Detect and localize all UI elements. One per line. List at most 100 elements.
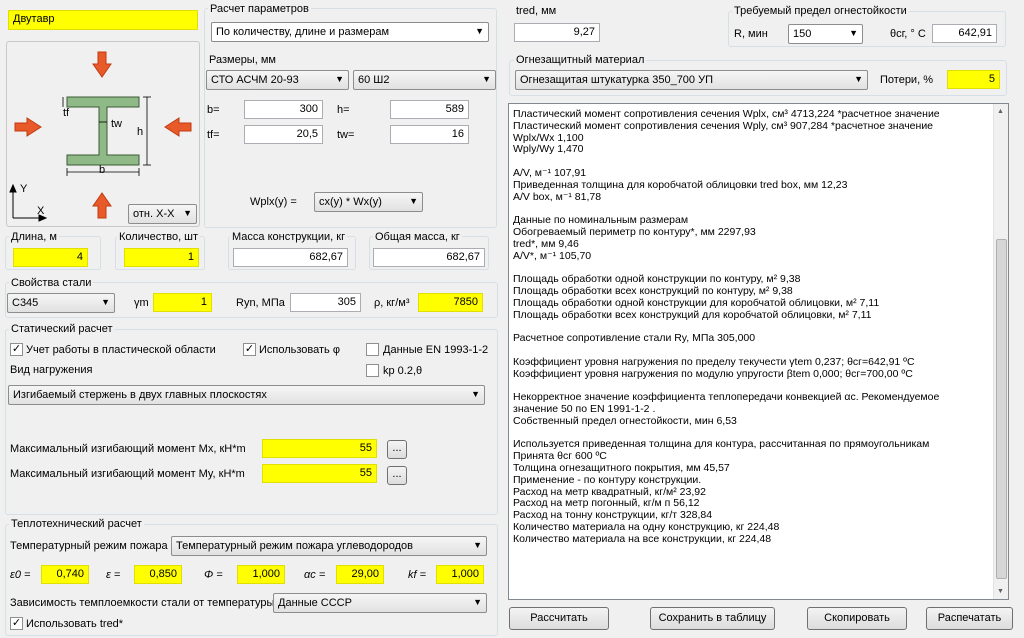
results-line: Расчетное сопротивление стали Ry, МПа 30… xyxy=(513,332,756,345)
e0-input[interactable]: 0,740 xyxy=(41,565,89,584)
results-line: Площадь обработки всех конструкций для к… xyxy=(513,308,872,321)
chevron-down-icon: ▼ xyxy=(471,389,480,399)
profile-size-select[interactable]: 60 Ш2 ▼ xyxy=(353,70,496,90)
my-options-button[interactable]: ... xyxy=(387,466,407,485)
my-input[interactable]: 55 xyxy=(262,464,377,483)
results-line: Толщина огнезащитного покрытия, мм 45,57 xyxy=(513,461,730,474)
scroll-thumb[interactable] xyxy=(996,239,1007,579)
use-phi-checkbox[interactable]: ✓ xyxy=(243,343,256,356)
results-line: Обогреваемый периметр по контуру*, мм 22… xyxy=(513,225,756,238)
chevron-down-icon: ▼ xyxy=(335,74,344,84)
dim-h-label: h xyxy=(137,126,143,138)
results-textarea[interactable]: Пластический момент сопротивления сечени… xyxy=(508,103,1009,600)
chevron-down-icon: ▼ xyxy=(475,26,484,36)
axis-x-label: X xyxy=(37,205,45,217)
chevron-down-icon: ▼ xyxy=(183,208,192,218)
results-line: Коэффициент уровня нагружения по модулю … xyxy=(513,367,913,380)
heat-capacity-label: Зависимость темплоемкости стали от темпе… xyxy=(10,597,275,609)
kf-label: kf = xyxy=(408,569,427,581)
loss-label: Потери, % xyxy=(880,74,933,86)
save-to-table-button[interactable]: Сохранить в таблицу xyxy=(650,607,775,630)
phi-label: Φ = xyxy=(204,569,223,581)
load-type-label: Вид нагружения xyxy=(10,364,93,376)
chevron-down-icon: ▼ xyxy=(473,597,482,607)
tf-input[interactable]: 20,5 xyxy=(244,125,323,144)
total-field: 682,67 xyxy=(373,248,485,267)
kf-input[interactable]: 1,000 xyxy=(436,565,484,584)
i-beam-shape xyxy=(66,96,140,166)
view-axis-select[interactable]: отн. X-X ▼ xyxy=(128,204,197,224)
e0-label: ε0 = xyxy=(10,569,31,581)
calculate-button[interactable]: Рассчитать xyxy=(509,607,609,630)
phi-input[interactable]: 1,000 xyxy=(237,565,285,584)
fire-mode-select[interactable]: Температурный режим пожара углеводородов… xyxy=(171,536,487,556)
load-type-value: Изгибаемый стержень в двух главных плоск… xyxy=(13,389,267,401)
scroll-up-icon[interactable]: ▲ xyxy=(997,108,1004,115)
kp-checkbox[interactable] xyxy=(366,364,379,377)
use-phi-label: Использовать φ xyxy=(259,344,340,356)
mx-input[interactable]: 55 xyxy=(262,439,377,458)
rho-input[interactable]: 7850 xyxy=(418,293,483,312)
wpl-select[interactable]: cx(y) * Wx(y) ▼ xyxy=(314,192,423,212)
results-line: tred*, мм 9,46 xyxy=(513,237,579,250)
my-label: Максимальный изгибающий момент My, кН*m xyxy=(10,468,245,480)
print-button[interactable]: Распечатать xyxy=(926,607,1013,630)
results-line: Количество материала на одну конструкцию… xyxy=(513,520,780,533)
dim-b-label: b xyxy=(99,164,105,176)
chevron-down-icon: ▼ xyxy=(482,74,491,84)
results-line xyxy=(513,345,991,357)
length-input[interactable]: 4 xyxy=(13,248,88,267)
qty-label: Количество, шт xyxy=(117,231,201,243)
thermal-title: Теплотехнический расчет xyxy=(9,518,144,530)
ac-input[interactable]: 29,00 xyxy=(336,565,384,584)
gm-input[interactable]: 1 xyxy=(153,293,212,312)
load-arrow-right-icon xyxy=(164,117,192,137)
steel-grade-select[interactable]: С345 ▼ xyxy=(7,293,115,313)
ryn-input[interactable]: 305 xyxy=(290,293,361,312)
wpl-label: Wplx(y) = xyxy=(250,196,297,208)
h-input[interactable]: 589 xyxy=(390,100,469,119)
load-arrow-bottom-icon xyxy=(92,192,112,219)
material-value: Огнезащитая штукатурка 350_700 УП xyxy=(520,74,713,86)
results-scrollbar[interactable]: ▲ ▼ xyxy=(993,104,1008,599)
tred-label: tred, мм xyxy=(516,5,557,17)
results-line: A/V*, м⁻¹ 105,70 xyxy=(513,249,592,262)
mx-options-button[interactable]: ... xyxy=(387,440,407,459)
tw-input[interactable]: 16 xyxy=(390,125,469,144)
r-select[interactable]: 150 ▼ xyxy=(788,24,863,44)
kp-label: kp 0.2,θ xyxy=(383,365,423,377)
chevron-down-icon: ▼ xyxy=(101,297,110,307)
copy-button[interactable]: Скопировать xyxy=(807,607,907,630)
wpl-value: cx(y) * Wx(y) xyxy=(319,196,382,208)
load-type-select[interactable]: Изгибаемый стержень в двух главных плоск… xyxy=(8,385,485,405)
r-value: 150 xyxy=(793,28,812,40)
b-input[interactable]: 300 xyxy=(244,100,323,119)
heat-capacity-select[interactable]: Данные СССР ▼ xyxy=(273,593,487,613)
r-label: R, мин xyxy=(734,28,768,40)
theta-label: θсг, ° С xyxy=(890,28,926,40)
standard-value: СТО АСЧМ 20-93 xyxy=(211,74,299,86)
static-title: Статический расчет xyxy=(9,323,115,335)
results-line: Количество материала на все конструкции,… xyxy=(513,532,772,545)
use-tred-checkbox[interactable]: ✓ xyxy=(10,617,23,630)
chevron-down-icon: ▼ xyxy=(849,28,858,38)
fire-mode-value: Температурный режим пожара углеводородов xyxy=(176,540,413,552)
use-tred-label: Использовать tred* xyxy=(26,618,124,630)
mass-field: 682,67 xyxy=(233,248,348,267)
h-label: h= xyxy=(337,104,350,116)
loss-input[interactable]: 5 xyxy=(947,70,1000,89)
plastic-checkbox[interactable]: ✓ xyxy=(10,343,23,356)
results-text: Пластический момент сопротивления сечени… xyxy=(513,108,991,545)
material-select[interactable]: Огнезащитая штукатурка 350_700 УП ▼ xyxy=(515,70,868,90)
standard-select[interactable]: СТО АСЧМ 20-93 ▼ xyxy=(206,70,349,90)
calc-mode-value: По количеству, длине и размерам xyxy=(216,26,390,38)
tred-field: 9,27 xyxy=(514,23,600,42)
static-group xyxy=(5,329,498,515)
steel-grade-value: С345 xyxy=(12,297,39,309)
e-input[interactable]: 0,850 xyxy=(134,565,182,584)
scroll-down-icon[interactable]: ▼ xyxy=(997,588,1004,595)
gm-label: γm xyxy=(134,297,149,309)
en-checkbox[interactable] xyxy=(366,343,379,356)
calc-mode-select[interactable]: По количеству, длине и размерам ▼ xyxy=(211,22,489,42)
qty-input[interactable]: 1 xyxy=(124,248,199,267)
